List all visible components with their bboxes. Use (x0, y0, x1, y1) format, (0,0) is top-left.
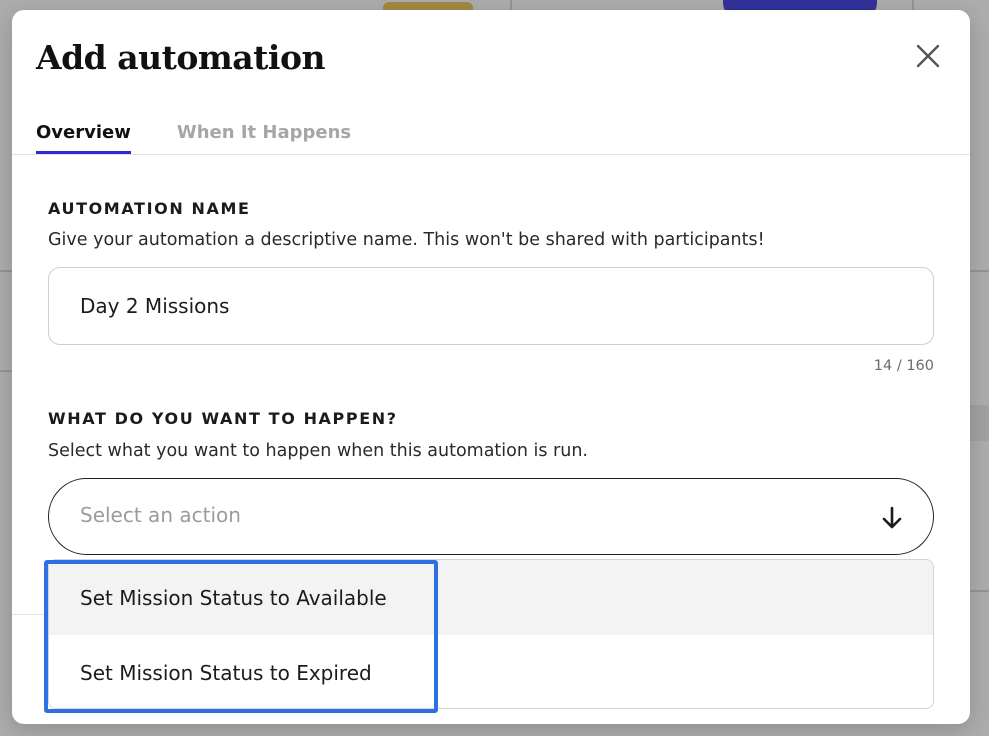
close-icon (916, 44, 940, 68)
arrow-down-icon (879, 505, 905, 531)
action-dropdown-menu: Set Mission Status to Available Set Miss… (48, 559, 934, 709)
modal-tabs: Overview When It Happens (36, 120, 351, 154)
action-help: Select what you want to happen when this… (48, 441, 588, 461)
tabs-divider (12, 154, 970, 155)
action-select[interactable]: Select an action (48, 478, 934, 555)
tab-when-it-happens[interactable]: When It Happens (177, 120, 351, 154)
character-count: 14 / 160 (873, 358, 934, 374)
dropdown-option-set-expired[interactable]: Set Mission Status to Expired (49, 635, 933, 708)
action-select-placeholder: Select an action (80, 503, 241, 527)
action-label: WHAT DO YOU WANT TO HAPPEN? (48, 409, 398, 428)
automation-name-input[interactable] (48, 267, 934, 345)
footer-divider (12, 614, 48, 615)
automation-name-help: Give your automation a descriptive name.… (48, 230, 765, 250)
close-button[interactable] (912, 40, 944, 72)
automation-name-label: AUTOMATION NAME (48, 199, 251, 218)
dropdown-option-set-available[interactable]: Set Mission Status to Available (49, 560, 933, 635)
add-automation-modal: Add automation Overview When It Happens … (12, 10, 970, 724)
tab-overview[interactable]: Overview (36, 120, 131, 154)
modal-title: Add automation (36, 38, 325, 77)
